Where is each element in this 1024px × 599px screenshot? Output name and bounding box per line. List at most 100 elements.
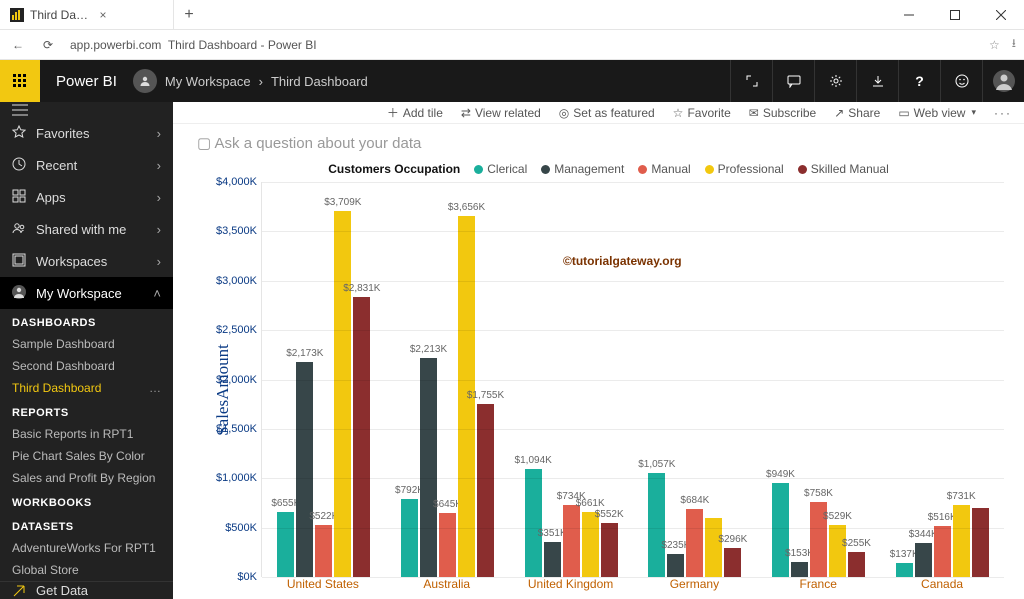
add-tile-button[interactable]: ＋Add tile bbox=[387, 104, 443, 121]
bar[interactable]: $552K bbox=[601, 523, 618, 578]
chevron-up-icon: ˄ bbox=[153, 286, 161, 301]
download-button[interactable] bbox=[856, 60, 898, 102]
chart-tile[interactable]: Customers Occupation ClericalManagementM… bbox=[173, 162, 1024, 599]
sidebar-item-workspaces[interactable]: Workspaces› bbox=[0, 245, 173, 277]
more-icon[interactable]: … bbox=[149, 381, 161, 395]
bar[interactable]: $2,173K bbox=[296, 362, 313, 577]
bar-value-label: $552K bbox=[595, 509, 624, 520]
subscribe-button[interactable]: ✉Subscribe bbox=[749, 106, 816, 120]
back-button[interactable]: ← bbox=[8, 38, 28, 52]
help-button[interactable]: ? bbox=[898, 60, 940, 102]
list-item[interactable]: Third Dashboard… bbox=[0, 377, 173, 399]
more-button[interactable]: ··· bbox=[994, 106, 1012, 120]
clock-icon bbox=[12, 157, 26, 174]
list-item[interactable]: AdventureWorks For RPT1 bbox=[0, 537, 173, 559]
maximize-button[interactable] bbox=[932, 0, 978, 29]
sidebar-item-label: Recent bbox=[36, 158, 147, 173]
browser-address-bar: ← ⟳ ☆ ⭳ bbox=[0, 30, 1024, 60]
sidebar-item-label: My Workspace bbox=[36, 286, 143, 301]
minimize-button[interactable] bbox=[886, 0, 932, 29]
feedback-button[interactable] bbox=[940, 60, 982, 102]
bar[interactable] bbox=[972, 508, 989, 577]
list-item[interactable]: Second Dashboard bbox=[0, 355, 173, 377]
comment-button[interactable] bbox=[772, 60, 814, 102]
powerbi-icon bbox=[10, 8, 24, 22]
bar[interactable] bbox=[705, 518, 722, 577]
window-titlebar: Third Dashboard - Power … × + bbox=[0, 0, 1024, 30]
view-related-button[interactable]: ⇄View related bbox=[461, 106, 541, 120]
list-item[interactable]: Pie Chart Sales By Color bbox=[0, 445, 173, 467]
get-data-button[interactable]: Get Data bbox=[0, 581, 173, 599]
bar[interactable]: $516K bbox=[934, 526, 951, 577]
sidebar-item-label: Shared with me bbox=[36, 222, 147, 237]
bar[interactable]: $235K bbox=[667, 554, 684, 577]
breadcrumb-root[interactable]: My Workspace bbox=[165, 74, 251, 89]
list-item[interactable]: Sample Dashboard bbox=[0, 333, 173, 355]
sidebar-item-recent[interactable]: Recent› bbox=[0, 149, 173, 181]
new-tab-button[interactable]: + bbox=[174, 0, 204, 29]
bar[interactable]: $655K bbox=[277, 512, 294, 577]
bar-value-label: $684K bbox=[680, 495, 709, 506]
bar-value-label: $661K bbox=[576, 498, 605, 509]
set-featured-button[interactable]: ◎Set as featured bbox=[559, 106, 655, 120]
close-tab-icon[interactable]: × bbox=[100, 8, 164, 22]
address-input[interactable] bbox=[68, 37, 979, 53]
close-window-button[interactable] bbox=[978, 0, 1024, 29]
download-icon[interactable]: ⭳ bbox=[1012, 34, 1016, 55]
x-tick: United Kingdom bbox=[509, 577, 633, 599]
settings-button[interactable] bbox=[814, 60, 856, 102]
browser-tab[interactable]: Third Dashboard - Power … × bbox=[0, 0, 174, 29]
star-icon[interactable]: ☆ bbox=[989, 38, 1000, 52]
browser-tab-title: Third Dashboard - Power … bbox=[30, 8, 94, 22]
y-tick: $2,500K bbox=[216, 324, 257, 336]
app-launcher-button[interactable] bbox=[0, 60, 40, 102]
bar[interactable]: $529K bbox=[829, 525, 846, 577]
y-tick: $1,500K bbox=[216, 423, 257, 435]
list-item[interactable]: Basic Reports in RPT1 bbox=[0, 423, 173, 445]
bar[interactable]: $137K bbox=[896, 563, 913, 577]
refresh-button[interactable]: ⟳ bbox=[38, 38, 58, 52]
sidebar-item-shared-with-me[interactable]: Shared with me› bbox=[0, 213, 173, 245]
favorite-button[interactable]: ☆Favorite bbox=[673, 106, 731, 120]
bar[interactable]: $645K bbox=[439, 513, 456, 577]
sidebar-toggle[interactable] bbox=[0, 102, 173, 117]
bar[interactable]: $351K bbox=[544, 542, 561, 577]
section-workbooks: WORKBOOKS bbox=[0, 489, 173, 513]
sidebar-item-apps[interactable]: Apps› bbox=[0, 181, 173, 213]
bar[interactable]: $344K bbox=[915, 543, 932, 577]
share-button[interactable]: ↗Share bbox=[834, 106, 880, 120]
list-item[interactable]: Global Store bbox=[0, 559, 173, 581]
bar[interactable]: $792K bbox=[401, 499, 418, 577]
bar[interactable]: $3,709K bbox=[334, 211, 351, 577]
bar[interactable]: $2,831K bbox=[353, 297, 370, 577]
bar[interactable]: $734K bbox=[563, 505, 580, 577]
list-item[interactable]: Sales and Profit By Region bbox=[0, 467, 173, 489]
account-button[interactable] bbox=[982, 60, 1024, 102]
bar[interactable]: $661K bbox=[582, 512, 599, 577]
sidebar-item-favorites[interactable]: Favorites› bbox=[0, 117, 173, 149]
bar[interactable]: $1,094K bbox=[525, 469, 542, 577]
bar[interactable]: $684K bbox=[686, 509, 703, 577]
breadcrumb[interactable]: My Workspace › Third Dashboard bbox=[165, 74, 368, 89]
mail-icon: ✉ bbox=[749, 106, 759, 120]
chat-icon: ▢ bbox=[197, 135, 211, 152]
bar-value-label: $3,709K bbox=[324, 197, 361, 208]
bar[interactable]: $731K bbox=[953, 505, 970, 577]
fullscreen-button[interactable] bbox=[730, 60, 772, 102]
legend-dot bbox=[474, 165, 483, 174]
legend-item: Management bbox=[541, 162, 624, 176]
bar[interactable]: $296K bbox=[724, 548, 741, 577]
sidebar-item-my-workspace[interactable]: My Workspace ˄ bbox=[0, 277, 173, 309]
web-view-button[interactable]: ▭Web view▾ bbox=[898, 106, 976, 120]
bar[interactable]: $1,057K bbox=[648, 473, 665, 577]
breadcrumb-sep: › bbox=[259, 74, 263, 89]
bar[interactable]: $522K bbox=[315, 525, 332, 577]
bar[interactable]: $255K bbox=[848, 552, 865, 577]
legend-item: Professional bbox=[705, 162, 784, 176]
bar[interactable]: $153K bbox=[791, 562, 808, 577]
qna-box[interactable]: ▢ Ask a question about your data bbox=[173, 124, 1024, 162]
x-tick: France bbox=[756, 577, 880, 599]
dashboard-toolbar: ＋Add tile ⇄View related ◎Set as featured… bbox=[173, 102, 1024, 124]
bar[interactable]: $949K bbox=[772, 483, 789, 577]
bar[interactable]: $2,213K bbox=[420, 358, 437, 577]
